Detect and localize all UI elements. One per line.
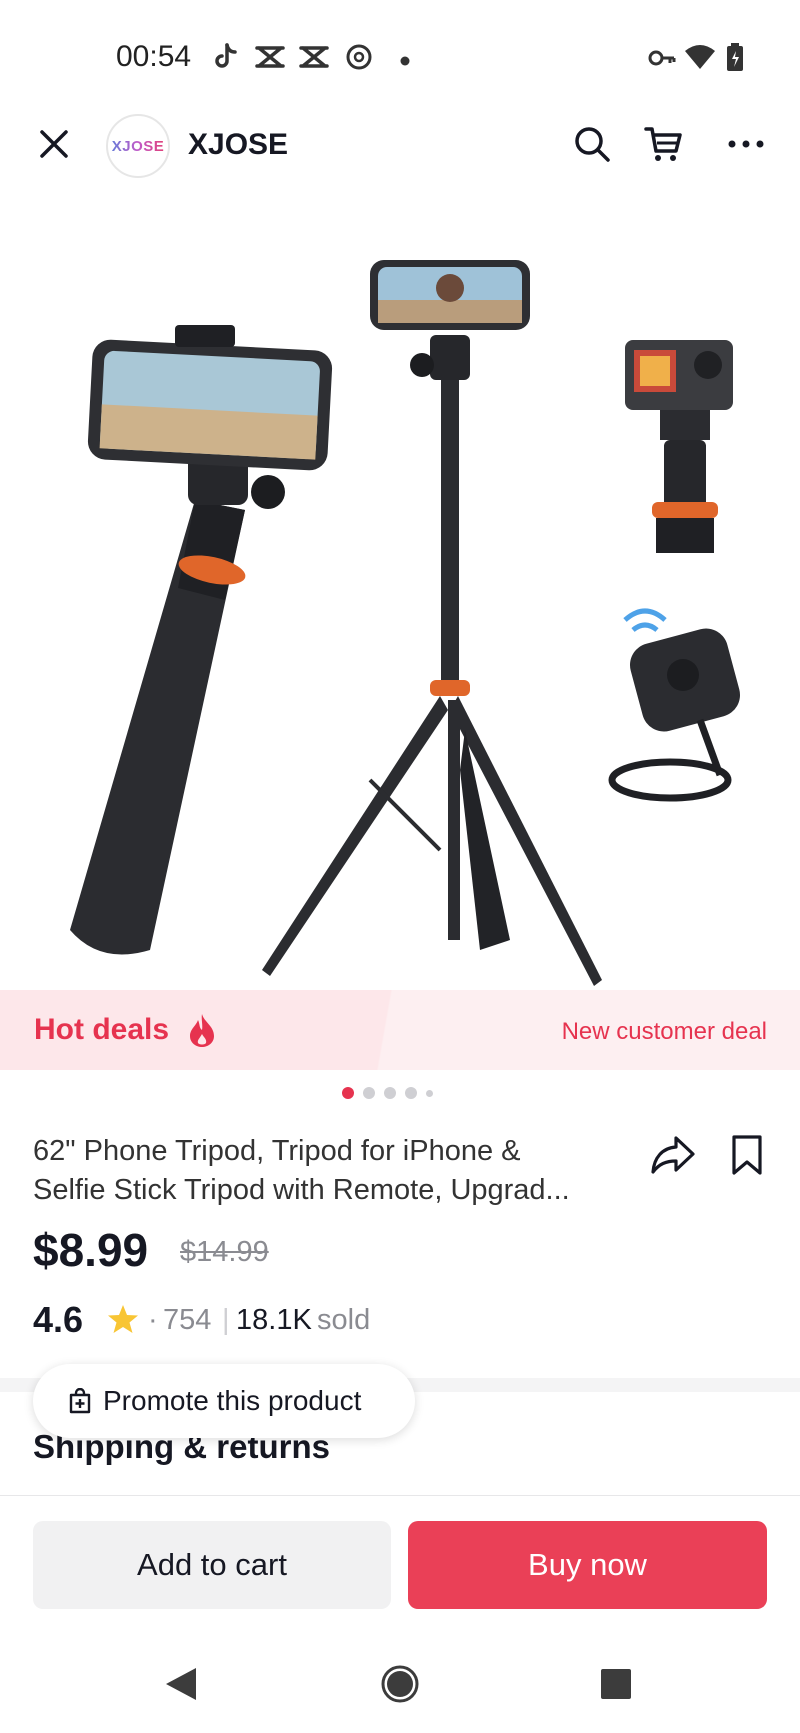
- capcut-icon: [255, 46, 285, 68]
- battery-icon: [727, 43, 743, 71]
- product-title-line2: Selfie Stick Tripod with Remote, Upgrad.…: [33, 1174, 570, 1206]
- more-icon[interactable]: [726, 124, 766, 164]
- buy-now-button[interactable]: Buy now: [408, 1521, 767, 1609]
- nav-home-icon[interactable]: [380, 1664, 420, 1704]
- star-icon: [108, 1305, 138, 1333]
- new-customer-deal-label[interactable]: New customer deal: [562, 1018, 767, 1046]
- threads-icon: [346, 44, 372, 70]
- action-camera-illustration: [625, 340, 733, 553]
- share-icon[interactable]: [650, 1134, 696, 1176]
- cart-icon[interactable]: [644, 124, 684, 164]
- tiktok-icon: [215, 43, 237, 68]
- store-logo-text: XJOSE: [111, 137, 165, 155]
- promote-product-button[interactable]: Promote this product: [33, 1364, 415, 1438]
- carousel-dot[interactable]: [384, 1087, 396, 1099]
- promote-product-label: Promote this product: [103, 1385, 362, 1416]
- carousel-dot[interactable]: [426, 1089, 433, 1097]
- rating-value[interactable]: 4.6: [33, 1299, 83, 1341]
- dot-icon: [400, 56, 410, 66]
- bookmark-icon[interactable]: [730, 1134, 764, 1176]
- wifi-icon: [685, 45, 715, 69]
- status-time: 00:54: [116, 40, 192, 73]
- product-title[interactable]: 62" Phone Tripod, Tripod for iPhone & Se…: [33, 1132, 643, 1210]
- product-title-line1: 62" Phone Tripod, Tripod for iPhone &: [33, 1135, 521, 1167]
- sold-label: sold: [317, 1304, 371, 1336]
- original-price: $14.99: [180, 1236, 269, 1268]
- capcut-icon: [299, 46, 329, 68]
- product-image[interactable]: [0, 210, 800, 990]
- flame-icon: [190, 1014, 214, 1047]
- carousel-dot[interactable]: [363, 1087, 375, 1099]
- close-icon[interactable]: [36, 126, 72, 162]
- carousel-dot[interactable]: [405, 1087, 417, 1099]
- stat-separator: |: [222, 1304, 230, 1336]
- carousel-dot[interactable]: [342, 1087, 354, 1099]
- bottom-bar-divider: [0, 1495, 800, 1496]
- add-to-cart-button[interactable]: Add to cart: [33, 1521, 391, 1609]
- tripod-handheld-illustration: [70, 325, 333, 955]
- nav-recents-icon[interactable]: [600, 1668, 632, 1700]
- remote-illustration: [608, 608, 740, 802]
- nav-back-icon[interactable]: [164, 1666, 198, 1702]
- key-icon: [648, 50, 676, 66]
- search-icon[interactable]: [572, 124, 612, 164]
- review-count[interactable]: 754: [163, 1304, 211, 1337]
- store-logo[interactable]: XJOSE: [106, 114, 170, 178]
- rating-separator: ·: [148, 1304, 158, 1336]
- sold-count: 18.1K: [236, 1304, 312, 1336]
- hot-deals-label: Hot deals: [34, 1013, 170, 1046]
- current-price: $8.99: [33, 1224, 149, 1276]
- carousel-indicator: [342, 1087, 433, 1099]
- store-name[interactable]: XJOSE: [188, 128, 288, 162]
- shopping-bag-plus-icon: [69, 1388, 91, 1414]
